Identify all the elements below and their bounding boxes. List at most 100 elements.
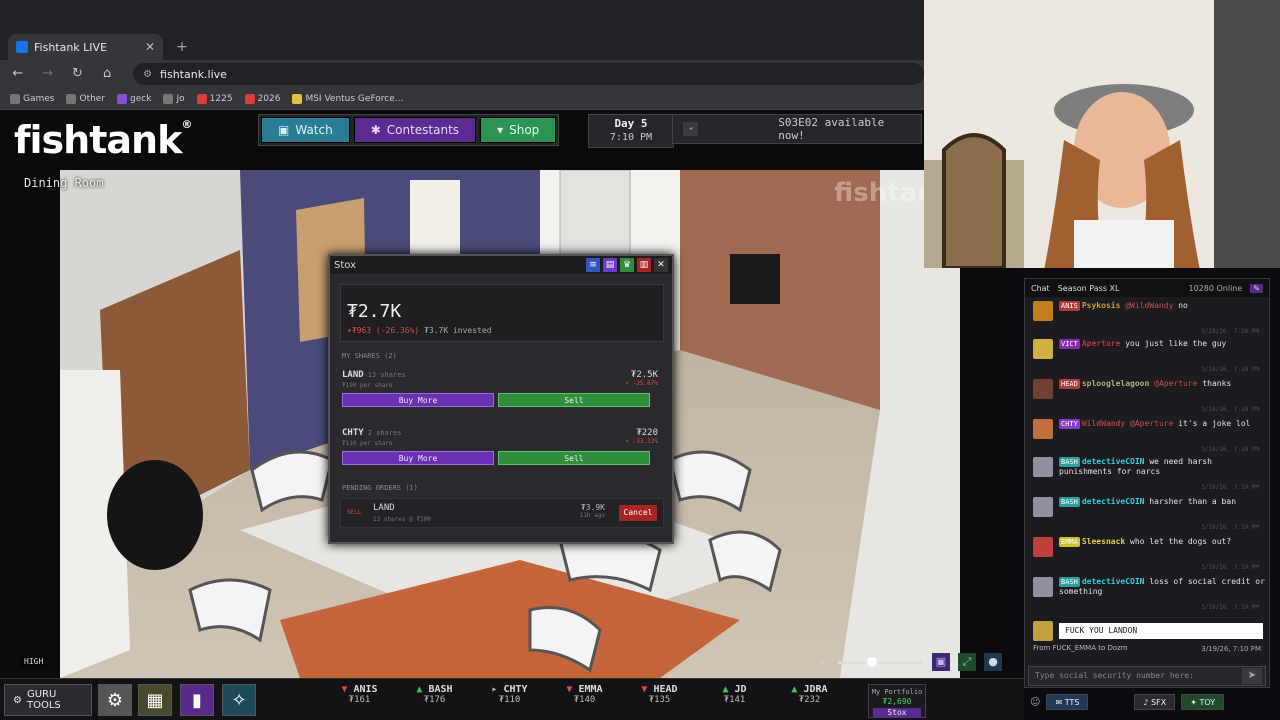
chat-input[interactable]: Type social security number here: [1028, 666, 1266, 686]
position-shares: 2 shares [367, 429, 402, 437]
buy-more-button[interactable]: Buy More [342, 451, 494, 465]
ticker-bash[interactable]: ▲ BASH ₮176 [397, 684, 472, 718]
ticker-price: ₮232 [798, 695, 821, 705]
avatar[interactable] [1033, 497, 1053, 517]
avatar[interactable] [1033, 577, 1053, 597]
volume-knob[interactable] [866, 657, 877, 667]
close-icon[interactable]: ✕ [654, 258, 668, 272]
chart-icon[interactable]: ▤ [603, 258, 617, 272]
emoji-icon[interactable]: ☺ [1030, 697, 1040, 708]
message-body: HEAD splooglelagoon @Aperture thanks [1059, 379, 1265, 389]
announcement-banner[interactable]: ◂ S03E02 available now! [672, 114, 922, 144]
tts-button[interactable]: ✉ TTS [1046, 694, 1089, 710]
avatar[interactable] [1033, 301, 1053, 321]
username[interactable]: splooglelagoon [1082, 379, 1149, 388]
bookmark-item[interactable]: geck [117, 93, 151, 104]
bookmark-item[interactable]: 2026 [244, 93, 281, 104]
bookmark-icon [66, 93, 77, 104]
portfolio-value: ₮2,690 [882, 697, 912, 706]
settings-gear-icon[interactable]: ⚙ [98, 684, 132, 716]
settings-icon[interactable]: ✎ [1250, 283, 1263, 293]
send-icon[interactable]: ➤ [1242, 668, 1262, 684]
fullscreen-icon[interactable]: ⤢ [958, 653, 976, 671]
contestant-tag: VICT [1059, 339, 1080, 349]
toy-label: TOY [1199, 698, 1216, 707]
bookmark-item[interactable]: Other [66, 93, 105, 104]
nav-shop-button[interactable]: ▾ Shop [480, 117, 557, 143]
map-icon[interactable]: ✧ [222, 684, 256, 716]
sfx-button[interactable]: ♪ SFX [1134, 694, 1176, 710]
chat-message: EMMA Sleesnack who let the dogs out? 3/19/… [1029, 537, 1265, 573]
site-info-icon[interactable]: ⚙ [143, 69, 152, 80]
cast-icon[interactable]: ▣ [932, 653, 950, 671]
username[interactable]: detectiveCOIN [1082, 457, 1145, 466]
avatar[interactable] [1033, 379, 1053, 399]
username[interactable]: Sleesnack [1082, 537, 1125, 546]
ticker-chty[interactable]: ▸ CHTY ₮110 [472, 684, 547, 718]
buy-more-button[interactable]: Buy More [342, 393, 494, 407]
nav-watch-button[interactable]: ▣ Watch [261, 117, 350, 143]
tv-icon: ▣ [278, 123, 290, 137]
bookmarks-bar: Games Other geck Jo 1225 2026 MSI Ventus GeFor… [0, 88, 924, 110]
username[interactable]: Aperture [1082, 339, 1121, 348]
quality-badge[interactable]: HIGH [20, 656, 48, 667]
ticker-jd[interactable]: ▲ JD ₮141 [697, 684, 772, 718]
star-icon: ✱ [370, 123, 381, 137]
ticker-jdra[interactable]: ▲ JDRA ₮232 [772, 684, 847, 718]
username[interactable]: Psykosis [1082, 301, 1121, 310]
nav-contestants-button[interactable]: ✱ Contestants [353, 117, 477, 143]
username[interactable]: WildWandy [1082, 419, 1125, 428]
tab-title: Fishtank LIVE [34, 40, 108, 54]
arrow-up-icon: ▲ [416, 684, 429, 695]
position-symbol: LAND [342, 370, 364, 380]
tab-season-pass[interactable]: Season Pass XL [1058, 284, 1120, 293]
reload-icon[interactable]: ↻ [68, 64, 88, 84]
avatar[interactable] [1033, 537, 1053, 557]
stox-titlebar[interactable]: Stox ≡ ▤ ♛ ▥ ✕ [330, 256, 672, 274]
bookmark-item[interactable]: MSI Ventus GeForce... [292, 93, 403, 104]
fishtank-logo[interactable]: fishtank® [14, 118, 192, 162]
bookmark-item[interactable]: Jo [163, 93, 185, 104]
cancel-order-button[interactable]: Cancel [619, 505, 657, 521]
trophy-icon[interactable]: ♛ [620, 258, 634, 272]
browser-tab[interactable]: Fishtank LIVE ✕ [8, 34, 163, 60]
wallet-icon[interactable]: ▥ [637, 258, 651, 272]
avatar[interactable] [1033, 339, 1053, 359]
sell-button[interactable]: Sell [498, 451, 650, 465]
ticker-emma[interactable]: ▼ EMMA ₮140 [547, 684, 622, 718]
stox-button[interactable]: Stox [873, 708, 921, 718]
bookmark-label: 2026 [257, 93, 281, 104]
ticker-anis[interactable]: ▼ ANIS ₮161 [322, 684, 397, 718]
forward-icon[interactable]: → [38, 64, 58, 84]
mention: @WildWandy [1125, 301, 1174, 310]
volume-icon[interactable]: 🔈︎ [820, 654, 827, 669]
message-text: harsher than a ban [1149, 497, 1237, 506]
tab-chat[interactable]: Chat [1031, 284, 1050, 293]
arrow-down-icon: ▼ [341, 684, 354, 695]
bookmark-item[interactable]: 1225 [196, 93, 233, 104]
contestant-tag: HEAD [1059, 379, 1080, 389]
username[interactable]: detectiveCOIN [1082, 497, 1145, 506]
bookmark-item[interactable]: Games [10, 93, 54, 104]
tts-sender: From FUCK_EMMA to Dozm [1033, 644, 1128, 652]
toy-button[interactable]: ✦ TOY [1181, 694, 1225, 710]
avatar[interactable] [1033, 419, 1053, 439]
record-icon[interactable]: ● [984, 653, 1002, 671]
portfolio-widget[interactable]: My Portfolio ₮2,690 Stox [868, 684, 926, 718]
avatar[interactable] [1033, 457, 1053, 477]
crafting-icon[interactable]: ▦ [138, 684, 172, 716]
volume-slider[interactable] [838, 661, 922, 664]
guru-tools-button[interactable]: ⚙ GURU TOOLS [4, 684, 92, 716]
home-icon[interactable]: ⌂ [97, 64, 117, 84]
username[interactable]: detectiveCOIN [1082, 577, 1145, 586]
chevron-left-icon[interactable]: ◂ [683, 122, 699, 136]
locker-icon[interactable]: ▮ [180, 684, 214, 716]
ticker-head[interactable]: ▼ HEAD ₮135 [622, 684, 697, 718]
new-tab-icon[interactable]: + [172, 37, 192, 57]
menu-icon[interactable]: ≡ [586, 258, 600, 272]
ticker-price: ₮141 [723, 695, 746, 705]
close-tab-icon[interactable]: ✕ [145, 40, 155, 54]
back-icon[interactable]: ← [8, 64, 28, 84]
url-input[interactable]: ⚙ fishtank.live [133, 63, 924, 85]
sell-button[interactable]: Sell [498, 393, 650, 407]
